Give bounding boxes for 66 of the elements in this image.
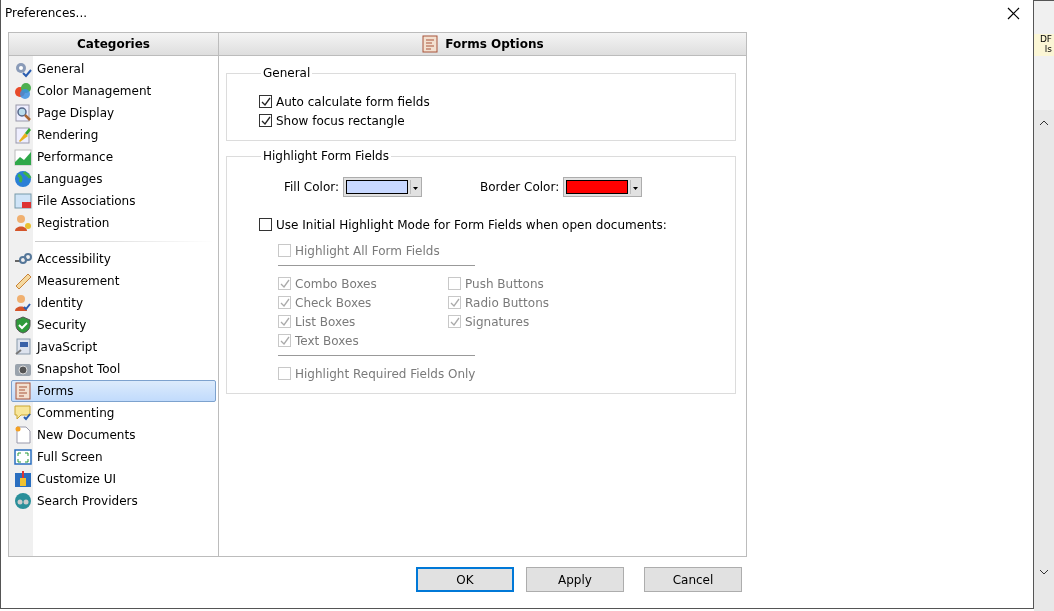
checkbox-label: Highlight All Form Fields <box>295 243 440 258</box>
category-item[interactable]: General <box>11 58 216 80</box>
category-item[interactable]: File Associations <box>11 190 216 212</box>
categories-header: Categories <box>9 33 218 56</box>
person-icon <box>14 294 32 312</box>
category-item[interactable]: Forms <box>11 380 216 402</box>
fullscreen-icon <box>14 448 32 466</box>
chevron-up-icon[interactable] <box>1040 120 1048 125</box>
checkbox-label: Use Initial Highlight Mode for Form Fields when open documents: <box>276 217 667 232</box>
chart-icon <box>14 148 32 166</box>
file-icon <box>14 192 32 210</box>
close-icon <box>1006 6 1020 20</box>
circles-icon <box>14 82 32 100</box>
checkbox-label: Push Buttons <box>465 276 544 291</box>
brush-icon <box>14 126 32 144</box>
checkbox-label: Auto calculate form fields <box>276 94 430 109</box>
category-item[interactable]: Snapshot Tool <box>11 358 216 380</box>
group-title: General <box>262 66 312 80</box>
panel-header: Forms Options <box>219 33 746 56</box>
caret-icon <box>630 180 640 194</box>
person-icon <box>14 214 32 232</box>
checkbox[interactable] <box>259 114 272 127</box>
checkbox[interactable] <box>259 95 272 108</box>
form-icon <box>14 382 32 400</box>
checkbox-label: List Boxes <box>295 314 356 329</box>
color-label: Fill Color: <box>284 180 339 194</box>
shield-icon <box>14 316 32 334</box>
category-item[interactable]: Registration <box>11 212 216 234</box>
caret-icon <box>410 180 419 194</box>
dialog-button[interactable]: Apply <box>526 567 624 592</box>
page-icon <box>14 426 32 444</box>
checkbox-label: Radio Buttons <box>465 295 549 310</box>
category-item[interactable]: Full Screen <box>11 446 216 468</box>
category-item[interactable]: JavaScript <box>11 336 216 358</box>
group-title: Highlight Form Fields <box>262 149 390 163</box>
category-item[interactable]: Performance <box>11 146 216 168</box>
checkbox-label: Text Boxes <box>295 333 359 348</box>
category-item[interactable]: Identity <box>11 292 216 314</box>
checkbox-label: Show focus rectangle <box>276 113 405 128</box>
category-item[interactable]: Customize UI <box>11 468 216 490</box>
category-item[interactable]: Security <box>11 314 216 336</box>
checkbox-label: Signatures <box>465 314 530 329</box>
color-picker[interactable] <box>563 177 643 197</box>
speech-bubble-icon <box>14 404 32 422</box>
window-title: Preferences... <box>5 6 88 20</box>
checkbox-label: Highlight Required Fields Only <box>295 366 476 381</box>
category-item[interactable]: Languages <box>11 168 216 190</box>
category-item[interactable]: Color Management <box>11 80 216 102</box>
checkbox[interactable] <box>259 218 272 231</box>
magnifier-icon <box>14 104 32 122</box>
category-item[interactable]: Commenting <box>11 402 216 424</box>
ruler-icon <box>14 272 32 290</box>
chevron-down-icon[interactable] <box>1040 570 1048 575</box>
checkbox-label: Check Boxes <box>295 295 372 310</box>
category-item[interactable]: Accessibility <box>11 248 216 270</box>
category-item[interactable]: Page Display <box>11 102 216 124</box>
dialog-button[interactable]: Cancel <box>644 567 742 592</box>
category-item[interactable]: Measurement <box>11 270 216 292</box>
category-item[interactable]: New Documents <box>11 424 216 446</box>
dialog-button[interactable]: OK <box>416 567 514 592</box>
color-label: Border Color: <box>480 180 560 194</box>
category-item[interactable]: Search Providers <box>11 490 216 512</box>
form-icon <box>421 35 440 53</box>
category-item[interactable]: Rendering <box>11 124 216 146</box>
checkbox-label: Combo Boxes <box>295 276 377 291</box>
color-picker[interactable] <box>343 177 422 197</box>
